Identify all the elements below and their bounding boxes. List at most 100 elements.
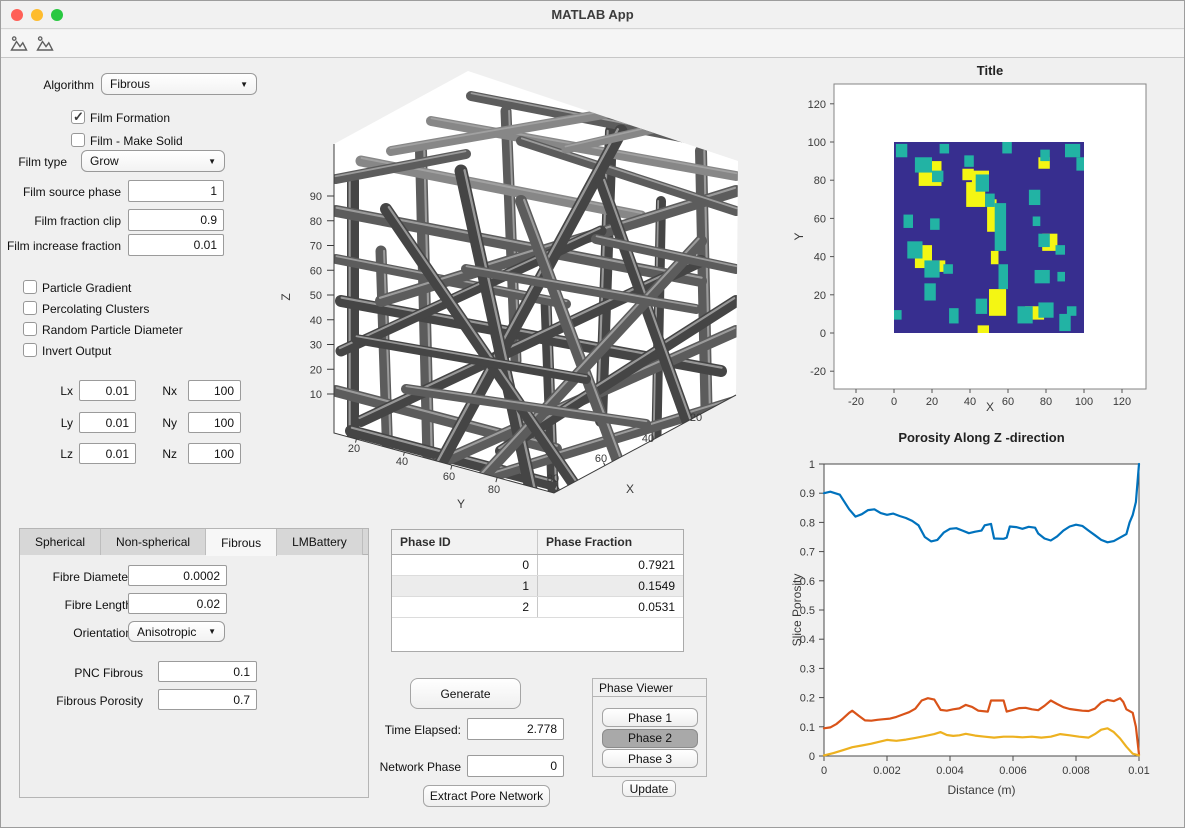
fibre-diameter-label: Fibre Diameter [40, 570, 132, 584]
fibre-diameter-input[interactable] [128, 565, 227, 586]
fibrous-porosity-label: Fibrous Porosity [34, 694, 143, 708]
lz-label: Lz [51, 447, 73, 461]
orientation-value: Anisotropic [137, 625, 196, 639]
svg-text:0.3: 0.3 [800, 663, 815, 675]
svg-text:0.9: 0.9 [800, 488, 815, 500]
table-row[interactable]: 20.0531 [392, 597, 683, 618]
svg-text:80: 80 [488, 484, 500, 496]
svg-text:20: 20 [348, 443, 360, 455]
ly-input[interactable] [79, 412, 136, 433]
particle-gradient-checkbox[interactable] [23, 280, 37, 294]
structure-3d-plot: 102030405060708090Z2040608020406080YX [266, 59, 756, 519]
phase-1-button[interactable]: Phase 1 [602, 708, 698, 727]
film-source-phase-input[interactable] [128, 180, 224, 202]
svg-text:X: X [626, 482, 634, 496]
table-cell[interactable]: 2 [392, 597, 538, 617]
chevron-down-icon: ▼ [208, 157, 216, 166]
table-cell[interactable]: 0.0531 [538, 597, 683, 617]
nx-input[interactable] [188, 380, 241, 401]
table-header-cell: Phase Fraction [538, 530, 683, 554]
svg-text:Y: Y [792, 232, 806, 240]
film-type-label: Film type [9, 155, 67, 169]
phase-3-button[interactable]: Phase 3 [602, 749, 698, 768]
svg-text:1: 1 [809, 459, 815, 471]
table-cell[interactable]: 1 [392, 576, 538, 596]
matlab-app-window: MATLAB App Algorithm Fibrous ▼ Film Form… [0, 0, 1185, 828]
invert-output-checkbox[interactable] [23, 343, 37, 357]
film-fraction-clip-input[interactable] [128, 209, 224, 231]
fibre-length-input[interactable] [128, 593, 227, 614]
chevron-down-icon: ▼ [240, 80, 248, 89]
network-phase-field[interactable] [467, 755, 564, 777]
svg-text:0.002: 0.002 [873, 765, 901, 777]
algorithm-dropdown[interactable]: Fibrous ▼ [101, 73, 257, 95]
lz-input[interactable] [79, 443, 136, 464]
film-formation-label: Film Formation [90, 111, 170, 125]
network-phase-label: Network Phase [369, 760, 461, 774]
lx-label: Lx [51, 384, 73, 398]
svg-text:0.004: 0.004 [936, 765, 964, 777]
film-formation-checkbox[interactable] [71, 110, 85, 124]
phase-2-button[interactable]: Phase 2 [602, 729, 698, 748]
generate-button[interactable]: Generate [410, 678, 521, 709]
svg-text:20: 20 [814, 290, 826, 302]
film-make-solid-checkbox[interactable] [71, 133, 85, 147]
porosity-line-plot: 00.0020.0040.0060.0080.0100.10.20.30.40.… [791, 426, 1185, 826]
tab-fibrous[interactable]: Fibrous [206, 529, 277, 556]
pnc-fibrous-input[interactable] [158, 661, 257, 682]
svg-text:40: 40 [310, 315, 322, 327]
svg-text:Y: Y [457, 497, 465, 511]
svg-text:60: 60 [814, 213, 826, 225]
pnc-fibrous-label: PNC Fibrous [42, 666, 143, 680]
percolating-clusters-label: Percolating Clusters [42, 302, 149, 316]
table-cell[interactable]: 0 [392, 555, 538, 575]
svg-text:Slice Porosity: Slice Porosity [791, 574, 804, 647]
tab-spherical[interactable]: Spherical [20, 529, 101, 555]
fibre-length-label: Fibre Length [40, 598, 132, 612]
extract-pore-network-button[interactable]: Extract Pore Network [423, 785, 550, 807]
update-button[interactable]: Update [622, 780, 676, 797]
svg-text:100: 100 [1075, 396, 1093, 408]
svg-text:90: 90 [310, 191, 322, 203]
svg-text:0.008: 0.008 [1062, 765, 1090, 777]
fibrous-porosity-input[interactable] [158, 689, 257, 710]
orientation-dropdown[interactable]: Anisotropic ▼ [128, 621, 225, 642]
tab-non-spherical[interactable]: Non-spherical [101, 529, 206, 555]
svg-text:0.8: 0.8 [800, 517, 815, 529]
table-row[interactable]: 10.1549 [392, 576, 683, 597]
random-particle-diameter-checkbox[interactable] [23, 322, 37, 336]
figure-image-icon[interactable] [35, 34, 55, 54]
film-type-value: Grow [90, 154, 119, 168]
svg-text:0: 0 [809, 751, 815, 763]
lx-input[interactable] [79, 380, 136, 401]
svg-text:X: X [986, 400, 994, 414]
figure-image-icon[interactable] [9, 34, 29, 54]
window-title: MATLAB App [1, 7, 1184, 22]
svg-text:0.006: 0.006 [999, 765, 1027, 777]
phase-viewer-title: Phase Viewer [593, 679, 706, 697]
film-increase-fraction-input[interactable] [128, 234, 224, 256]
figure-toolbar [1, 30, 1184, 58]
table-cell[interactable]: 0.1549 [538, 576, 683, 596]
time-elapsed-label: Time Elapsed: [369, 723, 461, 737]
ly-label: Ly [51, 416, 73, 430]
svg-text:0.1: 0.1 [800, 722, 815, 734]
svg-text:20: 20 [690, 412, 702, 424]
nz-input[interactable] [188, 443, 241, 464]
svg-text:40: 40 [814, 252, 826, 264]
tab-lmbattery[interactable]: LMBattery [277, 529, 363, 555]
svg-text:60: 60 [595, 453, 607, 465]
svg-text:50: 50 [310, 290, 322, 302]
film-type-dropdown[interactable]: Grow ▼ [81, 150, 225, 172]
particle-type-tab-panel: SphericalNon-sphericalFibrousLMBattery F… [19, 528, 369, 798]
svg-text:40: 40 [396, 456, 408, 468]
time-elapsed-field[interactable] [467, 718, 564, 740]
svg-text:-20: -20 [810, 366, 826, 378]
svg-text:70: 70 [310, 241, 322, 253]
table-row[interactable]: 00.7921 [392, 555, 683, 576]
nx-label: Nx [149, 384, 177, 398]
svg-text:0: 0 [821, 765, 827, 777]
percolating-clusters-checkbox[interactable] [23, 301, 37, 315]
table-cell[interactable]: 0.7921 [538, 555, 683, 575]
ny-input[interactable] [188, 412, 241, 433]
